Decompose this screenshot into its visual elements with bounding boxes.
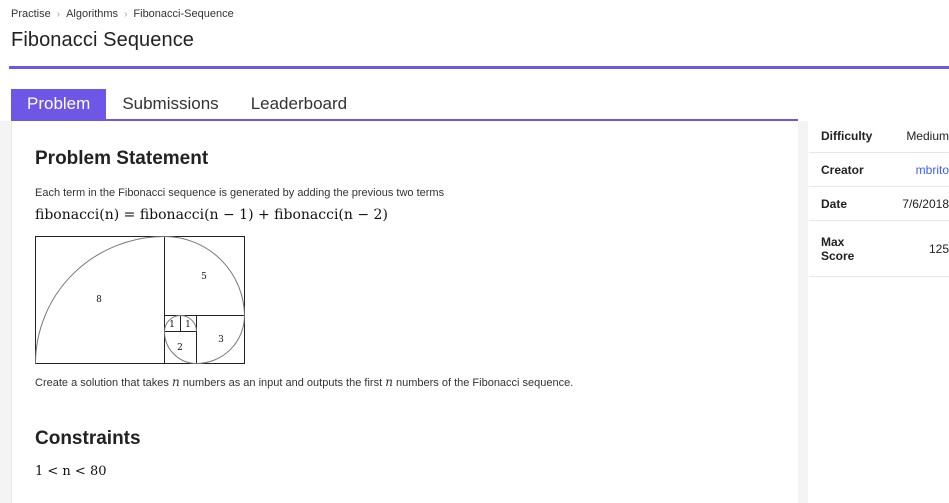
right-gutter <box>798 121 808 503</box>
breadcrumb-algorithms[interactable]: Algorithms <box>66 8 118 20</box>
tab-problem[interactable]: Problem <box>11 89 107 120</box>
square-label-5: 5 <box>201 272 207 282</box>
problem-meta-table: Difficulty Medium Creator mbrito Date 7/… <box>809 120 949 277</box>
square-label-8: 8 <box>96 295 102 305</box>
square-label-3: 3 <box>218 335 224 345</box>
problem-statement-heading: Problem Statement <box>35 148 209 169</box>
square-label-2: 2 <box>177 343 183 353</box>
square-label-1b: 1 <box>185 320 191 330</box>
chevron-right-icon: › <box>56 8 61 20</box>
meta-key: Creator <box>821 162 864 177</box>
meta-row-max-score: Max Score 125 <box>809 221 949 277</box>
variable-n: n <box>385 375 393 389</box>
meta-key: Max Score <box>821 234 855 263</box>
breadcrumb-practise[interactable]: Practise <box>11 8 51 20</box>
fibonacci-spiral-figure: 8 5 3 2 1 1 <box>35 236 245 364</box>
breadcrumb: Practise › Algorithms › Fibonacci-Sequen… <box>11 8 234 20</box>
constraint-value: 1 < n < 80 <box>35 464 107 479</box>
chevron-right-icon: › <box>124 8 128 20</box>
meta-value: 7/6/2018 <box>902 196 949 211</box>
tab-submissions[interactable]: Submissions <box>106 89 234 120</box>
creator-link[interactable]: mbrito <box>893 163 949 177</box>
page-title: Fibonacci Sequence <box>11 29 195 51</box>
meta-value: 125 <box>928 241 949 256</box>
header-divider <box>9 66 949 69</box>
meta-row-date: Date 7/6/2018 <box>809 187 949 221</box>
meta-row-creator: Creator mbrito <box>809 153 949 187</box>
meta-key: Difficulty <box>821 129 873 143</box>
tab-leaderboard[interactable]: Leaderboard <box>235 89 363 120</box>
square-label-1a: 1 <box>169 320 175 330</box>
meta-row-difficulty: Difficulty Medium <box>809 120 949 153</box>
tab-bar: Problem Submissions Leaderboard <box>11 89 363 120</box>
left-gutter <box>0 121 11 503</box>
constraints-heading: Constraints <box>35 428 141 449</box>
fibonacci-formula: fibonacci(n) = fibonacci(n − 1) + fibona… <box>35 207 388 223</box>
problem-description: Each term in the Fibonacci sequence is g… <box>35 187 445 199</box>
variable-n: n <box>171 375 180 389</box>
breadcrumb-current: Fibonacci-Sequence <box>133 8 234 20</box>
solution-instructions: Create a solution that takes n numbers a… <box>35 375 574 389</box>
meta-key: Date <box>821 196 848 211</box>
meta-value: Medium <box>906 129 949 143</box>
